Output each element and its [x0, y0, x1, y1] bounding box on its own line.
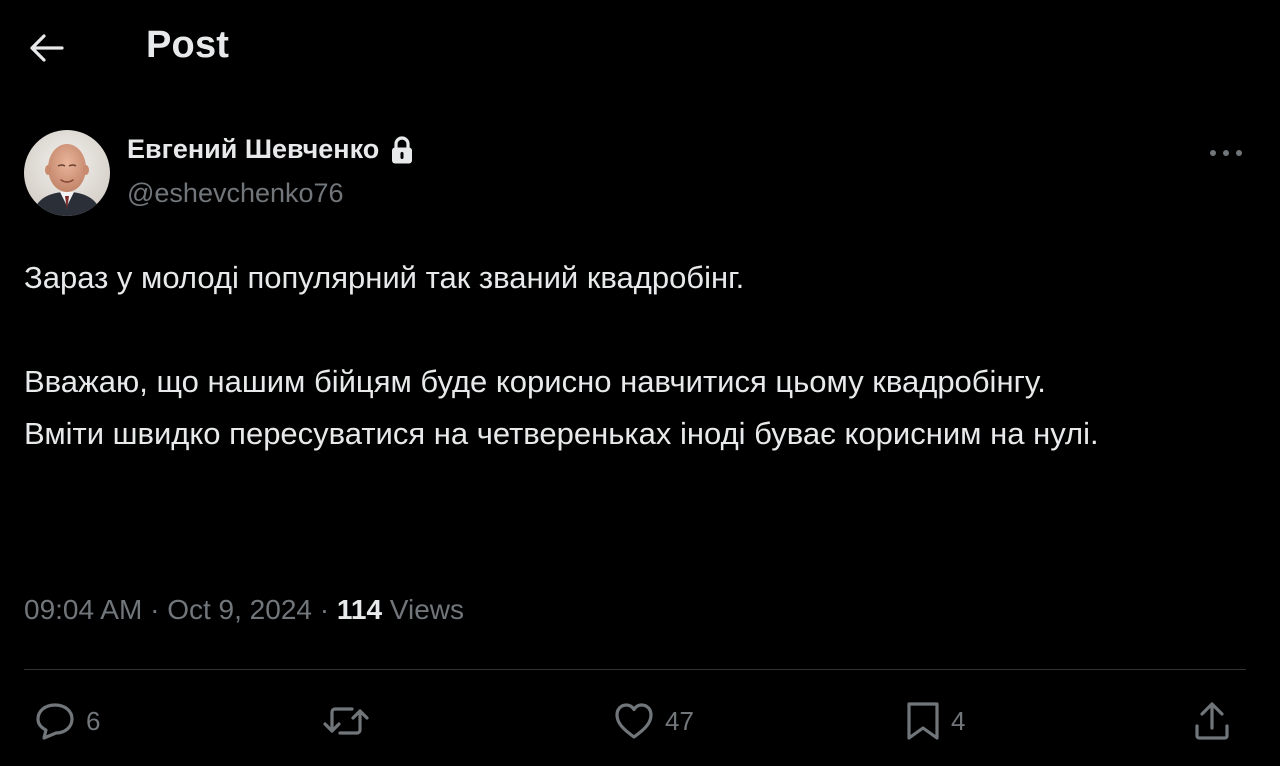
views-label: Views — [382, 594, 464, 625]
author-name[interactable]: Евгений Шевченко — [127, 134, 415, 165]
repost-icon — [323, 707, 369, 735]
avatar[interactable] — [24, 130, 110, 216]
back-button[interactable] — [26, 30, 66, 66]
views-count: 114 — [336, 594, 383, 625]
post-text: Зараз у молоді популярний так званий ква… — [24, 252, 1244, 460]
meta-separator: · — [311, 594, 337, 625]
bookmark-count: 4 — [951, 705, 966, 736]
post-paragraph: Вміти швидко пересуватися на четверенька… — [24, 416, 1099, 451]
share-button[interactable] — [1193, 698, 1231, 744]
more-options-button[interactable] — [1206, 140, 1246, 166]
meta-separator: · — [142, 594, 168, 625]
author-handle[interactable]: @eshevchenko76 — [127, 178, 344, 209]
post-paragraph: Зараз у молоді популярний так званий ква… — [24, 260, 745, 295]
repost-button[interactable] — [322, 698, 380, 744]
post-page: Post Евгений Шевченко @eshevchenko76 Зар… — [0, 0, 1280, 766]
like-count: 47 — [665, 705, 694, 736]
arrow-left-icon — [30, 34, 64, 62]
page-title: Post — [146, 24, 230, 66]
action-bar: 6 47 4 — [0, 680, 1280, 766]
author-name-text: Евгений Шевченко — [127, 134, 380, 164]
post-date[interactable]: Oct 9, 2024 — [167, 594, 312, 625]
avatar-image — [24, 130, 110, 216]
divider — [24, 669, 1246, 670]
bookmark-button[interactable]: 4 — [905, 698, 965, 744]
reply-button[interactable]: 6 — [34, 698, 100, 744]
bookmark-icon — [907, 702, 939, 740]
like-button[interactable]: 47 — [613, 698, 694, 744]
reply-count: 6 — [86, 705, 101, 736]
post-meta: 09:04 AM · Oct 9, 2024 · 114 Views — [24, 594, 464, 626]
heart-icon — [615, 703, 653, 739]
post-time[interactable]: 09:04 AM — [24, 594, 142, 625]
share-icon — [1195, 702, 1229, 740]
reply-icon — [36, 703, 74, 740]
lock-icon — [392, 135, 413, 163]
header: Post — [0, 0, 1280, 96]
post-paragraph: Вважаю, що нашим бійцям буде корисно нав… — [24, 364, 1046, 399]
more-horizontal-icon — [1210, 150, 1242, 156]
